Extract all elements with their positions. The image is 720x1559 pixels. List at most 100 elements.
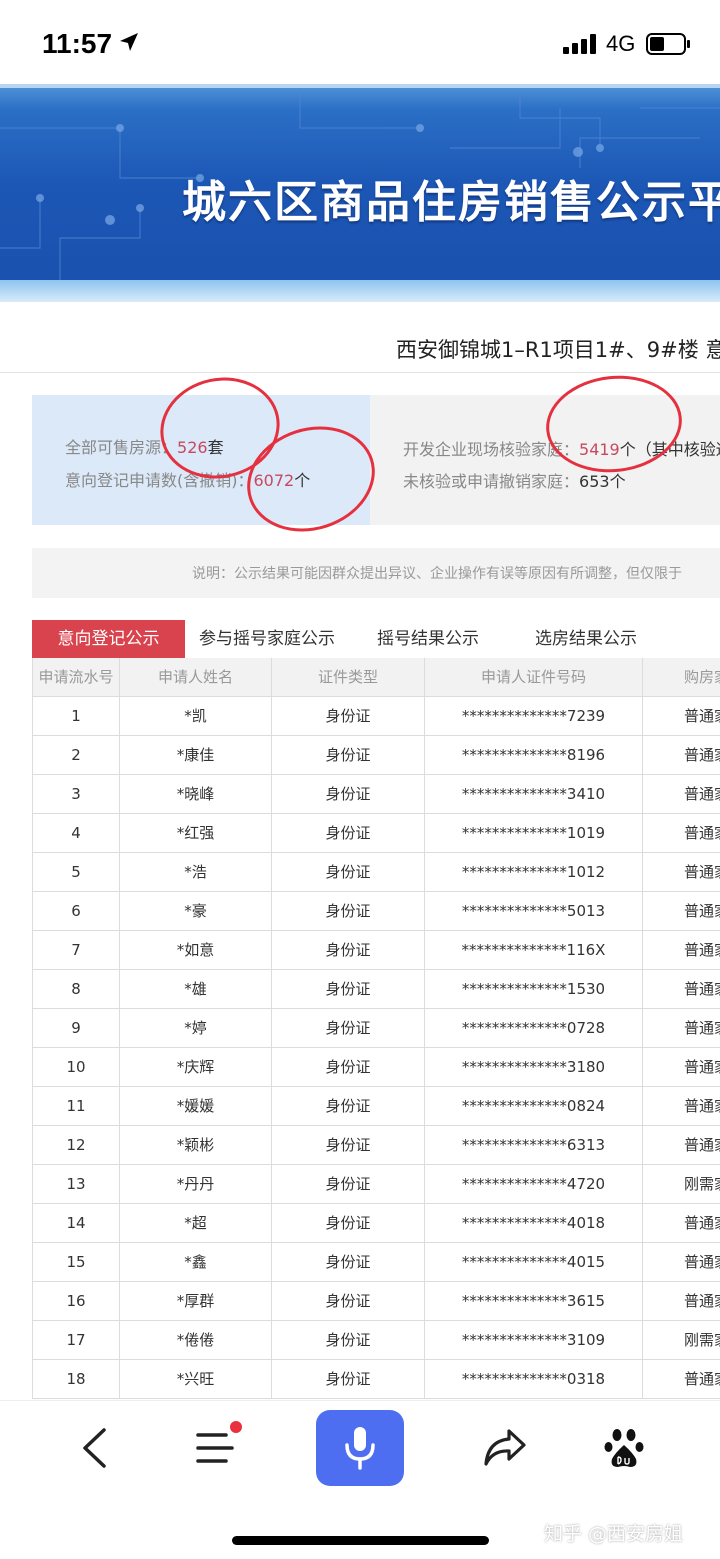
cell-id-number: **************4018: [425, 1204, 643, 1243]
table-row: 1*凯身份证**************7239 普通家: [32, 697, 720, 736]
tab-intent-registration[interactable]: 意向登记公示: [32, 620, 185, 658]
back-arrow-icon[interactable]: [80, 1427, 108, 1469]
network-type: 4G: [606, 31, 636, 56]
cell-serial: 4: [32, 814, 120, 853]
tab-lottery-families[interactable]: 参与摇号家庭公示: [199, 620, 335, 658]
cell-id-number: **************1019: [425, 814, 643, 853]
cell-family-type: 普通家: [684, 902, 720, 920]
cell-name: *超: [120, 1204, 272, 1243]
cell-family-type: 普通家: [684, 1253, 720, 1271]
cell-name: *婷: [120, 1009, 272, 1048]
table-row: 4*红强身份证**************1019 普通家: [32, 814, 720, 853]
cell-serial: 11: [32, 1087, 120, 1126]
cell-serial: 17: [32, 1321, 120, 1360]
tab-lottery-results[interactable]: 摇号结果公示: [377, 620, 479, 658]
cell-id-type: 身份证: [272, 931, 425, 970]
cell-id-number: **************8196: [425, 736, 643, 775]
cell-id-type: 身份证: [272, 1282, 425, 1321]
cell-id-number: **************4015: [425, 1243, 643, 1282]
cell-id-number: **************4720: [425, 1165, 643, 1204]
cell-family-type: 普通家: [684, 1097, 720, 1115]
cell-serial: 8: [32, 970, 120, 1009]
cell-id-number: **************1530: [425, 970, 643, 1009]
cell-id-type: 身份证: [272, 970, 425, 1009]
cell-serial: 15: [32, 1243, 120, 1282]
cell-id-type: 身份证: [272, 853, 425, 892]
banner-title: 城六区商品住房销售公示平: [182, 177, 720, 228]
status-time: 11:57: [42, 28, 113, 59]
table-row: 11*媛媛身份证**************0824 普通家: [32, 1087, 720, 1126]
cell-serial: 2: [32, 736, 120, 775]
cell-serial: 12: [32, 1126, 120, 1165]
table-row: 10*庆辉身份证**************3180 普通家: [32, 1048, 720, 1087]
share-icon[interactable]: [483, 1427, 527, 1467]
tab-selection-results[interactable]: 选房结果公示: [535, 620, 637, 658]
unverified-families-line: 未核验或申请撤销家庭：653个: [403, 468, 626, 492]
table-row: 13*丹丹身份证**************4720 刚需家: [32, 1165, 720, 1204]
cell-id-number: **************116X: [425, 931, 643, 970]
cell-name: *红强: [120, 814, 272, 853]
table-row: 17*倦倦身份证**************3109 刚需家: [32, 1321, 720, 1360]
cell-id-type: 身份证: [272, 1321, 425, 1360]
cell-family-type: 普通家: [684, 1214, 720, 1232]
cell-id-number: **************7239: [425, 697, 643, 736]
cell-id-type: 身份证: [272, 697, 425, 736]
cell-id-type: 身份证: [272, 1360, 425, 1399]
cell-name: *如意: [120, 931, 272, 970]
table-row: 18*兴旺身份证**************0318 普通家: [32, 1360, 720, 1399]
cell-id-number: **************3180: [425, 1048, 643, 1087]
cell-family-type: 普通家: [684, 941, 720, 959]
cell-serial: 9: [32, 1009, 120, 1048]
cell-id-number: **************1012: [425, 853, 643, 892]
cell-name: *厚群: [120, 1282, 272, 1321]
baidu-paw-icon[interactable]: [604, 1427, 644, 1469]
watermark-text: 知乎 @西安房姐: [544, 1523, 684, 1545]
cell-id-number: **************3109: [425, 1321, 643, 1360]
microphone-icon: [345, 1427, 375, 1470]
cell-id-type: 身份证: [272, 1243, 425, 1282]
cell-serial: 16: [32, 1282, 120, 1321]
signal-bars-icon: [563, 34, 596, 54]
cell-name: *豪: [120, 892, 272, 931]
menu-badge-dot: [230, 1421, 242, 1433]
header-id-number: 申请人证件号码: [425, 658, 643, 697]
location-arrow-icon: [120, 33, 138, 51]
cell-serial: 6: [32, 892, 120, 931]
cell-family-type: 普通家: [684, 1370, 720, 1388]
cell-family-type: 刚需家: [684, 1175, 720, 1193]
cell-serial: 7: [32, 931, 120, 970]
notice-box: 说明：公示结果可能因群众提出异议、企业操作有误等原因有所调整，但仅限于: [32, 548, 720, 598]
cell-id-type: 身份证: [272, 814, 425, 853]
cell-family-type: 普通家: [684, 824, 720, 842]
project-title: 西安御锦城1–R1项目1#、9#楼 意: [396, 338, 720, 362]
table-row: 12*颖彬身份证**************6313 普通家: [32, 1126, 720, 1165]
cell-id-type: 身份证: [272, 1009, 425, 1048]
divider: [0, 372, 720, 373]
cell-id-type: 身份证: [272, 1048, 425, 1087]
cell-serial: 13: [32, 1165, 120, 1204]
header-name: 申请人姓名: [120, 658, 272, 697]
table-row: 3*晓峰身份证**************3410 普通家: [32, 775, 720, 814]
cell-name: *浩: [120, 853, 272, 892]
cell-family-type: 普通家: [684, 1292, 720, 1310]
cell-family-type: 普通家: [684, 1058, 720, 1076]
cell-serial: 10: [32, 1048, 120, 1087]
unverified-value: 653: [579, 472, 610, 491]
cell-id-type: 身份证: [272, 1087, 425, 1126]
cell-family-type: 普通家: [684, 785, 720, 803]
bottom-toolbar: 知乎 @西安房姐: [0, 1400, 720, 1559]
table-header-row: 申请流水号 申请人姓名 证件类型 申请人证件号码 购房家庭: [32, 658, 720, 697]
header-serial: 申请流水号: [32, 658, 120, 697]
table-row: 8*雄身份证**************1530 普通家: [32, 970, 720, 1009]
home-indicator[interactable]: [232, 1536, 489, 1545]
cell-name: *雄: [120, 970, 272, 1009]
voice-search-button[interactable]: [316, 1410, 404, 1486]
cell-id-type: 身份证: [272, 1126, 425, 1165]
cell-name: *庆辉: [120, 1048, 272, 1087]
status-bar: 11:57 4G: [0, 0, 720, 84]
cell-serial: 5: [32, 853, 120, 892]
table-row: 14*超身份证**************4018 普通家: [32, 1204, 720, 1243]
menu-icon[interactable]: [196, 1431, 234, 1465]
cell-family-type: 普通家: [684, 746, 720, 764]
unverified-unit: 个: [609, 472, 626, 491]
